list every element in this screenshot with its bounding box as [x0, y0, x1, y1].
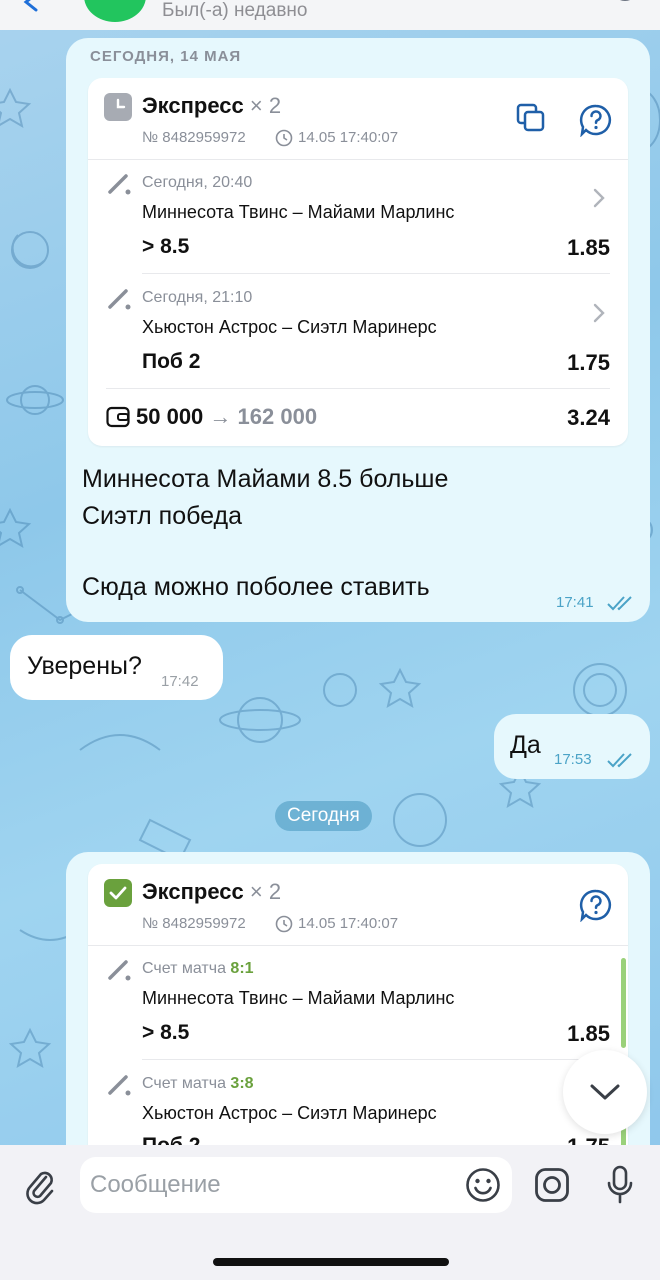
help-icon[interactable]: [579, 888, 613, 922]
more-icon[interactable]: [610, 0, 640, 12]
message-time: 17:42: [161, 673, 199, 690]
date-separator: Сегодня: [275, 801, 372, 831]
microphone-icon[interactable]: [606, 1165, 634, 1205]
bet-multiplier: × 2: [249, 879, 282, 904]
bet-number: № 8482959972: [142, 129, 246, 146]
event-score: Счет матча 3:8: [142, 1075, 254, 1092]
event-odds: 1.85: [567, 1021, 610, 1046]
won-indicator: [621, 958, 626, 1048]
bet-datetime: 14.05 17:40:07: [298, 915, 399, 932]
bet-type-title: Экспресс × 2: [142, 879, 282, 904]
event-score: Счет матча 8:1: [142, 960, 254, 977]
divider: [88, 945, 628, 946]
message-composer: [0, 1145, 660, 1280]
pending-clock-icon: [104, 93, 132, 121]
message-line: Сюда можно поболее ставить: [82, 573, 430, 601]
chevron-right-icon[interactable]: [592, 187, 606, 209]
message-time: 17:53: [554, 751, 592, 768]
bet-number: № 8482959972: [142, 915, 246, 932]
read-ticks-icon: [607, 753, 632, 768]
payout-amount: 162 000: [237, 404, 318, 429]
scroll-down-button[interactable]: [563, 1050, 647, 1134]
bet-datetime: 14.05 17:40:07: [298, 129, 399, 146]
emoji-icon[interactable]: [465, 1167, 501, 1203]
event-bet: > 8.5: [142, 1021, 190, 1044]
won-check-icon: [104, 879, 132, 907]
event-teams: Хьюстон Астрос – Сиэтл Маринерс: [142, 317, 437, 337]
event-teams: Хьюстон Астрос – Сиэтл Маринерс: [142, 1103, 437, 1123]
help-icon[interactable]: [579, 103, 613, 137]
divider: [142, 273, 610, 274]
copy-icon[interactable]: [515, 102, 547, 134]
chevron-right-icon[interactable]: [592, 302, 606, 324]
baseball-bat-icon: [108, 1075, 131, 1096]
back-icon[interactable]: [22, 0, 42, 12]
event-odds: 1.75: [567, 350, 610, 375]
message-line: Сиэтл победа: [82, 502, 242, 530]
last-seen-status: Был(-а) недавно: [162, 0, 308, 21]
event-teams: Миннесота Твинс – Майами Марлинс: [142, 988, 455, 1008]
message-line: Миннесота Майами 8.5 больше: [82, 465, 449, 493]
event-teams: Миннесота Твинс – Майами Марлинс: [142, 202, 455, 222]
match-score: 8:1: [230, 960, 254, 977]
stake-payout: 50 000 → 162 000: [136, 404, 317, 430]
baseball-bat-icon: [108, 960, 131, 981]
clock-icon: [275, 129, 293, 147]
divider: [142, 1059, 610, 1060]
incoming-message-text: Уверены?: [27, 652, 142, 680]
baseball-bat-icon: [108, 289, 131, 310]
chevron-down-icon: [590, 1084, 620, 1100]
message-time: 17:41: [556, 594, 594, 611]
camera-icon[interactable]: [534, 1167, 570, 1203]
wallet-icon: [106, 406, 130, 428]
divider: [88, 159, 628, 160]
bet-multiplier: × 2: [249, 93, 282, 118]
baseball-bat-icon: [108, 174, 131, 195]
total-odds: 3.24: [567, 405, 610, 430]
match-score: 3:8: [230, 1075, 254, 1092]
event-time: Сегодня, 20:40: [142, 174, 253, 191]
read-ticks-icon: [607, 596, 632, 611]
divider: [106, 388, 610, 389]
home-indicator: [213, 1258, 449, 1266]
avatar[interactable]: [84, 0, 146, 22]
bet-type-title: Экспресс × 2: [142, 93, 282, 118]
attach-icon[interactable]: [24, 1167, 56, 1205]
outgoing-message-text: Да: [510, 731, 541, 759]
event-bet: Поб 2: [142, 350, 201, 373]
clock-icon: [275, 915, 293, 933]
message-input[interactable]: [80, 1157, 512, 1213]
bet-date-label: СЕГОДНЯ, 14 МАЯ: [90, 48, 242, 65]
event-bet: > 8.5: [142, 235, 190, 258]
arrow-right-icon: →: [209, 404, 232, 429]
event-time: Сегодня, 21:10: [142, 289, 253, 306]
chat-header: Был(-а) недавно: [0, 0, 660, 30]
stake-amount: 50 000: [136, 404, 204, 429]
event-odds: 1.85: [567, 235, 610, 260]
